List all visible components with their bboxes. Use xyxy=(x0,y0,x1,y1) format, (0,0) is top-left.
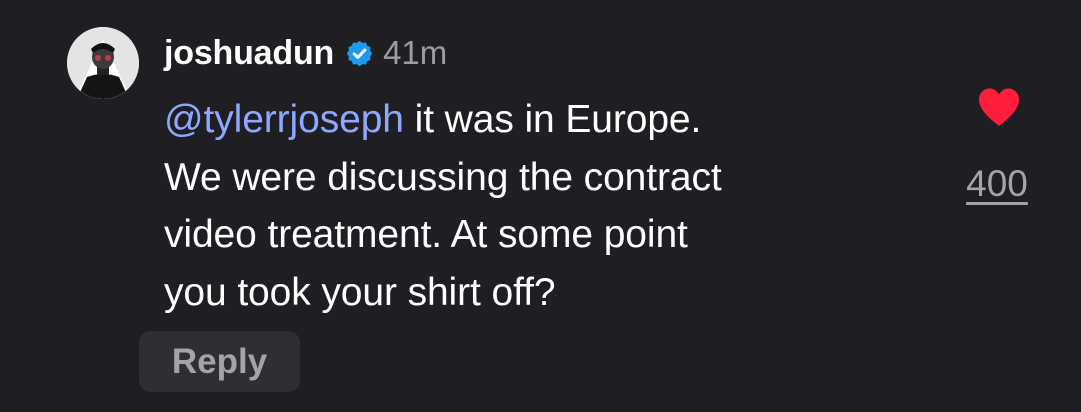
heart-icon[interactable] xyxy=(976,86,1022,128)
timestamp: 41m xyxy=(383,34,448,71)
mention-link[interactable]: @tylerrjoseph xyxy=(164,98,404,141)
comment-item: joshuadun 41m @tylerrjoseph it was in Eu… xyxy=(0,0,1081,412)
username-link[interactable]: joshuadun xyxy=(164,34,334,73)
comment-text-segment: it was in Europe. xyxy=(403,98,702,141)
avatar[interactable] xyxy=(67,27,139,99)
verified-badge-icon xyxy=(345,39,374,68)
comment-text: @tylerrjoseph it was in Europe. We were … xyxy=(164,91,924,321)
comment-header: joshuadun 41m xyxy=(164,30,447,76)
comment-line: video treatment. At some point xyxy=(164,213,688,256)
reply-button[interactable]: Reply xyxy=(139,331,300,392)
comment-line: @tylerrjoseph it was in Europe. xyxy=(164,91,924,149)
like-count[interactable]: 400 xyxy=(952,163,1042,205)
comment-line: you took your shirt off? xyxy=(164,270,556,314)
comment-line: We were discussing the contract xyxy=(164,155,722,199)
